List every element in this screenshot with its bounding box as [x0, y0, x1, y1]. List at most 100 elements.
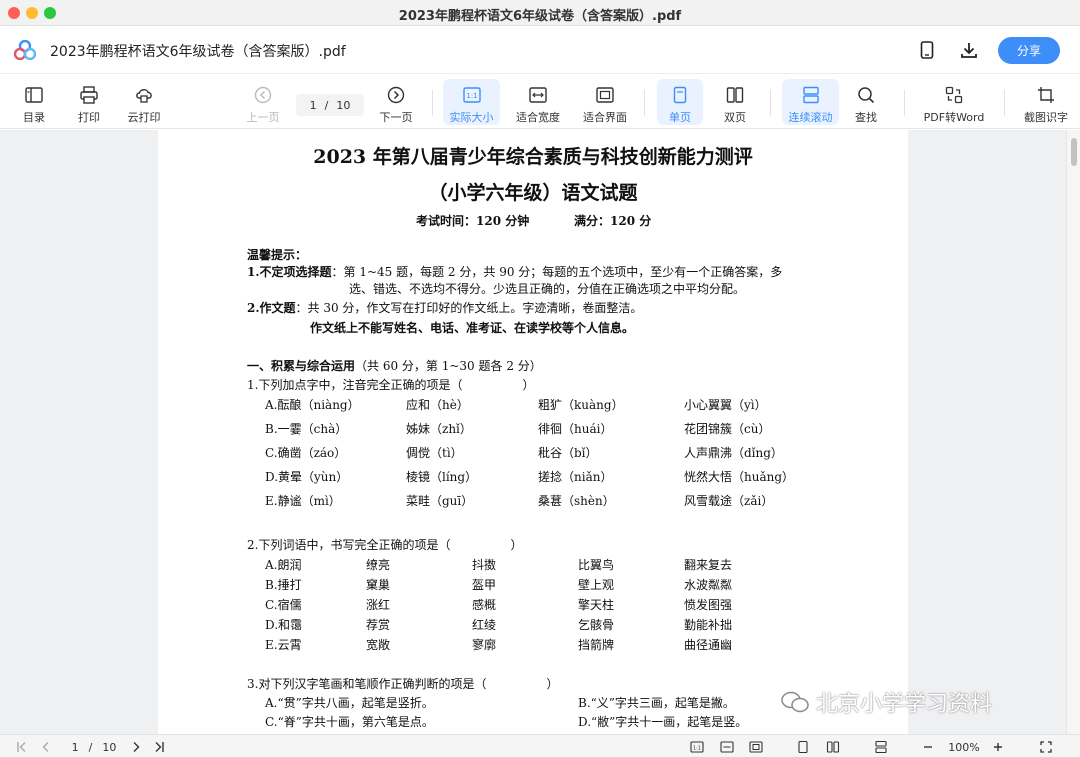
q3-option: A.“贯”字共八画，起笔是竖折。 [265, 696, 434, 710]
page-current: 1 [309, 98, 317, 112]
q1-option: 倜傥（tì） [406, 446, 463, 460]
single-page-icon [673, 86, 687, 104]
bottom-page-current: 1 [71, 740, 79, 754]
zoom-out-button[interactable] [920, 739, 936, 755]
prev-page-button[interactable]: 上一页 [244, 79, 282, 125]
next-page-icon [387, 86, 405, 104]
fit-width-icon [529, 87, 547, 103]
status-bar: 1 / 10 1:1 100% [0, 734, 1080, 757]
q3-option: B.“义”字共三画，起笔是撇。 [578, 696, 735, 710]
continuous-scroll-button[interactable]: 连续滚动 [782, 79, 839, 125]
double-page-button[interactable]: 双页 [714, 79, 756, 125]
fullscreen-icon [1040, 741, 1052, 753]
ocr-button[interactable]: 截图识字 [1020, 79, 1072, 125]
watermark-text: 北京小学学习资料 [816, 692, 993, 717]
printer-icon [80, 86, 98, 104]
print-button[interactable]: 打印 [71, 79, 107, 125]
continuous-scroll-label: 连续滚动 [788, 111, 833, 124]
continuous-scroll-toggle[interactable] [873, 739, 889, 755]
double-page-small-icon [826, 741, 840, 753]
single-page-button[interactable]: 单页 [657, 79, 703, 125]
q2-option: 比翼鸟 [578, 558, 615, 572]
pdf-to-word-label: PDF转Word [923, 111, 985, 124]
actual-size-toggle[interactable]: 1:1 [689, 739, 705, 755]
section-1-note: （共 60 分，第 1~30 题各 2 分） [355, 359, 542, 373]
q2-option: 愤发图强 [684, 598, 733, 612]
actual-size-button[interactable]: 1:1 实际大小 [443, 79, 500, 125]
single-page-small-icon [798, 740, 808, 754]
exam-time: 考试时间：120 分钟 [416, 214, 530, 228]
tip-2: 2.作文题：共 30 分，作文写在打印好的作文纸上。字迹清晰，卷面整洁。 [247, 299, 642, 316]
last-page-button[interactable] [151, 739, 167, 755]
pdf-to-word-button[interactable]: PDF转Word [920, 79, 988, 125]
tip-2-text: ：共 30 分，作文写在打印好的作文纸上。字迹清晰，卷面整洁。 [295, 301, 643, 315]
mobile-view-icon[interactable] [915, 38, 939, 62]
app-header: 2023年鹏程杯语文6年级试卷（含答案版）.pdf 分享 [0, 26, 1080, 74]
q2-option: 挡箭牌 [578, 638, 615, 652]
continuous-scroll-small-icon [875, 740, 887, 754]
tip-1-text: ：第 1~45 题，每题 2 分，共 90 分；每题的五个选项中，至少有一个正确… [331, 265, 783, 279]
cloud-print-button[interactable]: 云打印 [124, 79, 164, 125]
toolbar-divider [904, 90, 905, 116]
fit-width-small-icon [720, 741, 734, 753]
next-page-button[interactable]: 下一页 [376, 79, 416, 125]
question-3: 3.对下列汉字笔画和笔顺作正确判断的项是（ ） [247, 677, 559, 691]
q1-option: 徘徊（huái） [538, 422, 613, 436]
fit-width-button[interactable]: 适合宽度 [512, 79, 564, 125]
document-title: 2023年鹏程杯语文6年级试卷（含答案版）.pdf [50, 44, 346, 60]
single-page-toggle[interactable] [795, 739, 811, 755]
download-icon[interactable] [957, 38, 981, 62]
fit-page-label: 适合界面 [583, 111, 627, 124]
q1-option: 搓捻（niǎn） [538, 470, 613, 484]
scrollbar-thumb[interactable] [1071, 138, 1077, 166]
page-number-input[interactable]: 1 / 10 [296, 94, 364, 116]
tip-1: 1.不定项选择题：第 1~45 题，每题 2 分，共 90 分；每题的五个选项中… [247, 263, 782, 280]
zoom-level[interactable]: 100% [944, 739, 984, 755]
document-viewport[interactable]: 2023 年第八届青少年综合素质与科技创新能力测评 （小学六年级）语文试题 考试… [0, 130, 1080, 734]
fullscreen-button[interactable] [1038, 739, 1054, 755]
question-1: 1.下列加点字中，注音完全正确的项是（ ） [247, 378, 535, 392]
fit-page-button[interactable]: 适合界面 [579, 79, 631, 125]
page-total: 10 [336, 98, 351, 112]
share-button[interactable]: 分享 [998, 37, 1060, 64]
q2-option: 寥廓 [472, 638, 497, 652]
vertical-scrollbar[interactable] [1066, 130, 1080, 734]
q1-option: 棱镜（líng） [406, 470, 478, 484]
find-button[interactable]: 查找 [847, 79, 885, 125]
first-page-button[interactable] [14, 739, 30, 755]
fit-width-toggle[interactable] [719, 739, 735, 755]
tip-2-label: 2.作文题 [247, 301, 296, 315]
exam-subtitle: （小学六年级）语文试题 [428, 182, 638, 204]
previous-page-button[interactable] [38, 739, 54, 755]
actual-size-label: 实际大小 [449, 111, 494, 124]
q2-option: 勤能补拙 [684, 618, 733, 632]
plus-icon [994, 743, 1002, 751]
fit-page-toggle[interactable] [748, 739, 764, 755]
q2-option: 翻来复去 [684, 558, 733, 572]
svg-text:1:1: 1:1 [466, 92, 477, 100]
bottom-page-total: 10 [102, 740, 117, 754]
question-2: 2.下列词语中，书写完全正确的项是（ ） [247, 538, 523, 552]
svg-text:1:1: 1:1 [693, 746, 701, 752]
q2-option: 窠巢 [366, 578, 391, 592]
double-page-toggle[interactable] [825, 739, 841, 755]
page-indicator[interactable]: 1 / 10 [64, 739, 124, 755]
toc-button[interactable]: 目录 [16, 79, 52, 125]
q3-option: C.“脊”字共十画，第六笔是点。 [265, 715, 434, 729]
ocr-label: 截图识字 [1024, 111, 1068, 124]
zoom-in-button[interactable] [990, 739, 1006, 755]
next-page-button-bottom[interactable] [128, 739, 144, 755]
q1-option: 粗犷（kuàng） [538, 398, 624, 412]
q1-option: 菜畦（guī） [406, 494, 474, 508]
section-1-heading: 一、积累与综合运用（共 60 分，第 1~30 题各 2 分） [247, 357, 542, 374]
fit-width-label: 适合宽度 [516, 111, 560, 124]
chevron-left-icon [42, 742, 49, 752]
q1-option: 应和（hè） [406, 398, 469, 412]
q2-option: B.捶打 [265, 578, 302, 592]
toc-label: 目录 [23, 111, 45, 124]
q1-option: 风雪载途（zǎi） [684, 494, 774, 508]
search-icon [858, 87, 875, 104]
q1-option: C.确凿（záo） [265, 446, 347, 460]
cloud-print-icon [136, 89, 152, 103]
continuous-scroll-icon [802, 86, 819, 104]
